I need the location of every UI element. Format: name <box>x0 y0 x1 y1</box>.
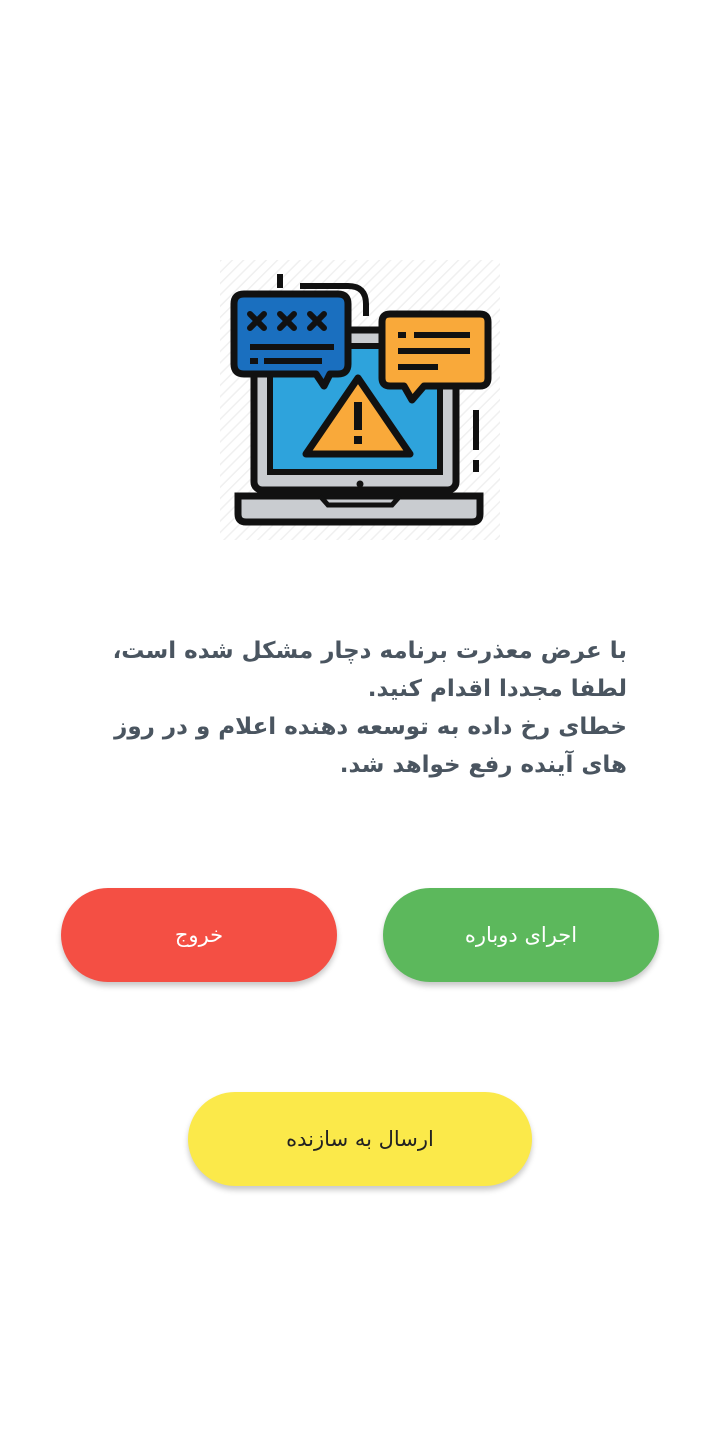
error-screen: با عرض معذرت برنامه دچار مشکل شده است، ل… <box>0 0 720 1453</box>
laptop-warning-icon <box>220 260 500 540</box>
exit-button[interactable]: خروج <box>61 888 337 982</box>
retry-button[interactable]: اجرای دوباره <box>383 888 659 982</box>
error-message-notice: خطای رخ داده به توسعه دهنده اعلام و در ر… <box>114 714 627 778</box>
error-message: با عرض معذرت برنامه دچار مشکل شده است، ل… <box>95 632 627 784</box>
send-to-developer-button[interactable]: ارسال به سازنده <box>188 1092 532 1186</box>
error-message-apology: با عرض معذرت برنامه دچار مشکل شده است، ل… <box>112 638 627 702</box>
